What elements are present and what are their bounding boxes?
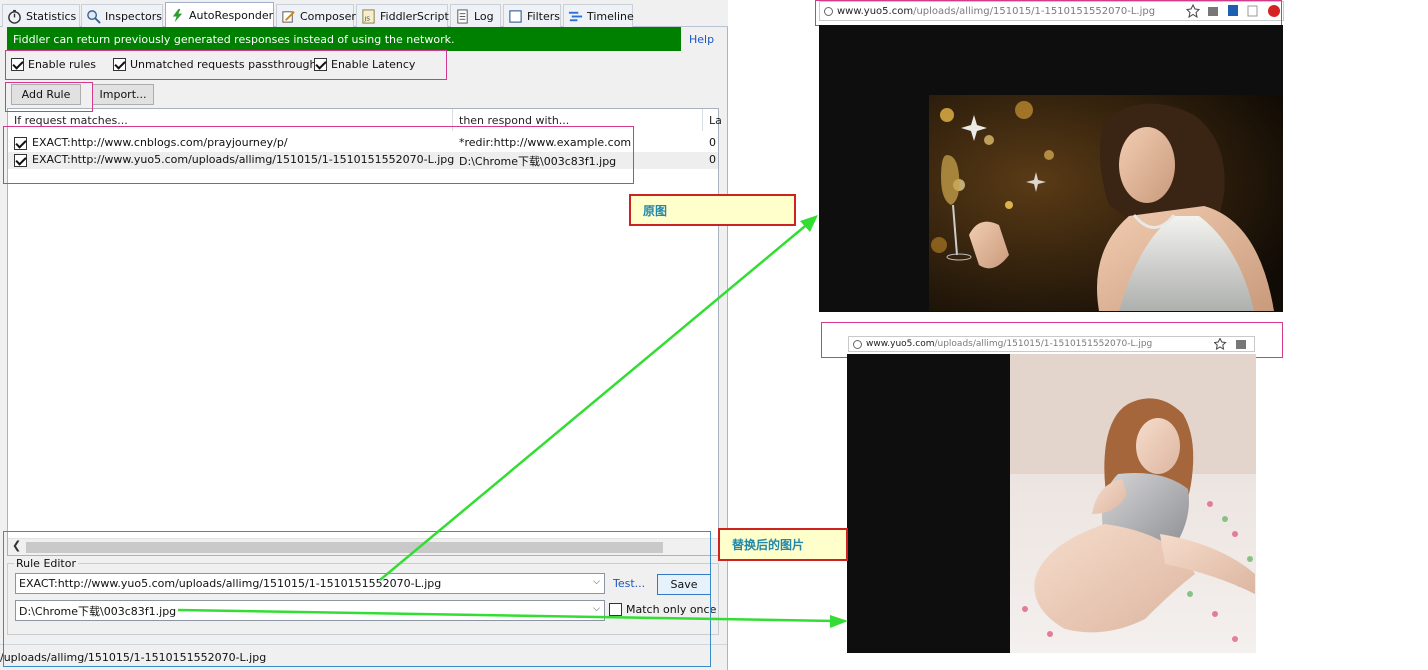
arrowhead-icon [830,615,848,628]
arrow-to-replaced [177,608,836,623]
annotation-arrows [177,215,848,628]
arrow-to-original [379,221,811,581]
